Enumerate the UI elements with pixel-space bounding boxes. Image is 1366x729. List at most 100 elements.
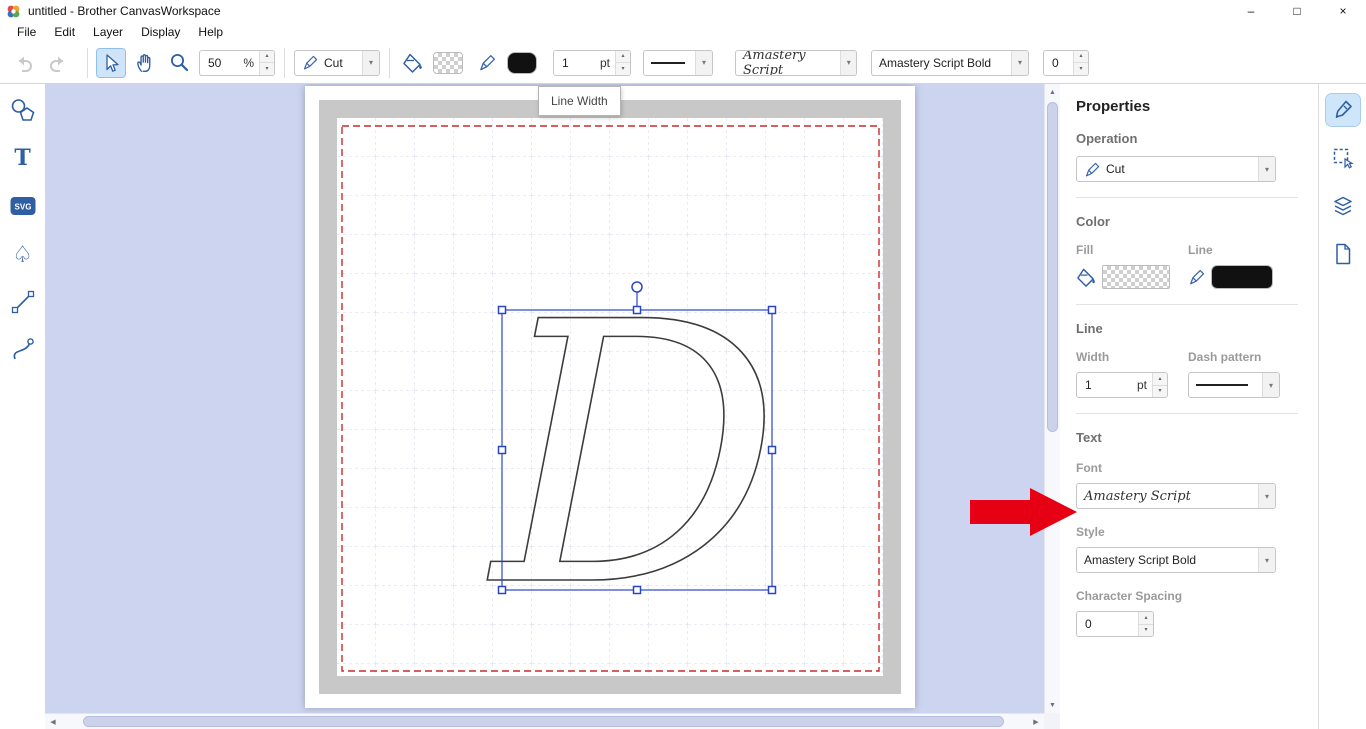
close-button[interactable]: × bbox=[1320, 0, 1366, 22]
line-style-dropdown-toolbar[interactable]: ▾ bbox=[643, 49, 713, 76]
chevron-down-icon[interactable]: ▾ bbox=[1258, 548, 1275, 572]
horizontal-scrollbar[interactable]: ◀ ▶ bbox=[45, 713, 1044, 729]
properties-tab-button[interactable] bbox=[1324, 93, 1361, 127]
scroll-down-button[interactable]: ▼ bbox=[1045, 697, 1061, 713]
scroll-up-button[interactable]: ▲ bbox=[1045, 84, 1061, 100]
line-width-input[interactable]: 1 pt ▴ ▾ bbox=[1076, 372, 1168, 398]
zoom-level-input[interactable]: 50 % ▴ ▾ bbox=[199, 49, 275, 76]
maximize-button[interactable]: □ bbox=[1274, 0, 1320, 22]
curve-tool-button[interactable] bbox=[5, 332, 41, 368]
app-icon bbox=[6, 3, 22, 19]
menu-layer[interactable]: Layer bbox=[84, 25, 132, 39]
right-panel-switcher bbox=[1318, 84, 1366, 729]
cut-pen-icon bbox=[1085, 162, 1100, 176]
horizontal-scroll-thumb[interactable] bbox=[83, 716, 1004, 727]
insert-shape-tool-button[interactable] bbox=[5, 92, 41, 128]
char-spacing-spin-down-button[interactable]: ▾ bbox=[1074, 63, 1088, 75]
operation-dropdown[interactable]: Cut ▾ bbox=[1076, 156, 1276, 182]
selection-handle-e[interactable] bbox=[767, 445, 777, 455]
line-color-swatch[interactable] bbox=[1211, 265, 1273, 289]
line-color-button[interactable] bbox=[473, 49, 501, 77]
color-section-label: Color bbox=[1076, 214, 1110, 229]
character-spacing-spinner: ▴ ▾ bbox=[1138, 612, 1153, 636]
transform-icon bbox=[1333, 148, 1354, 169]
line-width-unit: pt bbox=[1136, 378, 1147, 392]
fill-color-swatch[interactable] bbox=[1102, 265, 1170, 289]
selection-handle-ne[interactable] bbox=[767, 305, 777, 315]
zoom-tool-button[interactable] bbox=[165, 49, 193, 77]
line-tool-button[interactable] bbox=[5, 284, 41, 320]
chevron-down-icon[interactable]: ▾ bbox=[1011, 50, 1028, 75]
char-spacing-spinner: ▴ ▾ bbox=[1073, 50, 1088, 75]
main-toolbar: 50 % ▴ ▾ Cut ▾ 1 pt ▴ ▾ ▾ Amastery Scrip… bbox=[0, 42, 1366, 84]
design-canvas[interactable]: D bbox=[337, 118, 883, 676]
chevron-down-icon[interactable]: ▾ bbox=[362, 50, 379, 75]
selection-handle-nw[interactable] bbox=[497, 305, 507, 315]
character-spacing-input[interactable]: 0 ▴ ▾ bbox=[1076, 611, 1154, 637]
fill-color-button[interactable] bbox=[399, 49, 427, 77]
scroll-left-button[interactable]: ◀ bbox=[45, 714, 61, 729]
line-width-spinner: ▴ ▾ bbox=[1152, 373, 1167, 397]
rotation-handle[interactable] bbox=[631, 281, 643, 293]
dash-pattern-dropdown[interactable]: ▾ bbox=[1188, 372, 1280, 398]
vertical-scroll-thumb[interactable] bbox=[1047, 102, 1058, 432]
text-tool-button[interactable]: T bbox=[5, 140, 41, 176]
operation-dropdown-toolbar[interactable]: Cut ▾ bbox=[294, 49, 380, 76]
font-style-dropdown[interactable]: Amastery Script Bold ▾ bbox=[1076, 547, 1276, 573]
char-spacing-spin-up-button[interactable]: ▴ bbox=[1074, 50, 1088, 63]
vertical-scrollbar[interactable]: ▲ ▼ bbox=[1044, 84, 1060, 713]
pan-tool-button[interactable] bbox=[131, 49, 159, 77]
line-color-swatch[interactable] bbox=[507, 51, 537, 74]
divider bbox=[1076, 197, 1298, 198]
line-style-sample bbox=[651, 61, 685, 64]
zoom-spin-up-button[interactable]: ▴ bbox=[260, 50, 274, 63]
curve-tool-icon bbox=[13, 338, 34, 360]
menu-help[interactable]: Help bbox=[189, 25, 232, 39]
cursor-icon bbox=[106, 53, 119, 72]
paint-bucket-icon bbox=[1077, 268, 1095, 287]
selection-handle-se[interactable] bbox=[767, 585, 777, 595]
chevron-down-icon[interactable]: ▾ bbox=[1258, 157, 1275, 181]
select-tool-button[interactable] bbox=[96, 47, 126, 78]
selection-handle-s[interactable] bbox=[632, 585, 642, 595]
minimize-button[interactable]: – bbox=[1228, 0, 1274, 22]
chevron-down-icon[interactable]: ▾ bbox=[695, 50, 712, 75]
chevron-down-icon[interactable]: ▾ bbox=[840, 50, 856, 75]
chevron-down-icon[interactable]: ▾ bbox=[1262, 373, 1279, 397]
line-width-spinner: ▴ ▾ bbox=[615, 50, 630, 75]
menu-display[interactable]: Display bbox=[132, 25, 189, 39]
svg-import-button[interactable]: SVG bbox=[5, 188, 41, 224]
cut-pen-icon bbox=[303, 55, 318, 70]
undo-button[interactable] bbox=[10, 49, 38, 77]
font-dropdown-toolbar[interactable]: Amastery Script ▾ bbox=[735, 49, 857, 76]
undo-icon bbox=[19, 56, 32, 72]
scroll-right-button[interactable]: ▶ bbox=[1028, 714, 1044, 729]
insert-pattern-tool-button[interactable]: ♤ bbox=[5, 236, 41, 272]
selection-handle-n[interactable] bbox=[632, 305, 642, 315]
line-width-input-toolbar[interactable]: 1 pt ▴ ▾ bbox=[553, 49, 631, 76]
page-tab-button[interactable] bbox=[1326, 238, 1360, 270]
title-bar: untitled - Brother CanvasWorkspace – □ × bbox=[0, 0, 1366, 22]
zoom-spinner: ▴ ▾ bbox=[259, 50, 274, 75]
canvas-area[interactable]: D ▲ ▼ ◀ ▶ bbox=[45, 84, 1060, 729]
selection-handle-w[interactable] bbox=[497, 445, 507, 455]
menu-file[interactable]: File bbox=[8, 25, 45, 39]
line-width-spin-down-button[interactable]: ▾ bbox=[1153, 385, 1167, 397]
line-width-spin-down-button[interactable]: ▾ bbox=[616, 63, 630, 75]
layers-tab-button[interactable] bbox=[1326, 190, 1360, 222]
char-spacing-input-toolbar[interactable]: 0 ▴ ▾ bbox=[1043, 49, 1089, 76]
line-width-spin-up-button[interactable]: ▴ bbox=[616, 50, 630, 63]
selection-handle-sw[interactable] bbox=[497, 585, 507, 595]
menu-edit[interactable]: Edit bbox=[45, 25, 84, 39]
font-dropdown[interactable]: Amastery Script ▾ bbox=[1076, 483, 1276, 509]
character-spacing-spin-down-button[interactable]: ▾ bbox=[1139, 624, 1153, 636]
font-style-dropdown-toolbar[interactable]: Amastery Script Bold ▾ bbox=[871, 49, 1029, 76]
line-width-spin-up-button[interactable]: ▴ bbox=[1153, 373, 1167, 386]
fill-color-swatch[interactable] bbox=[433, 51, 463, 74]
edit-transform-tab-button[interactable] bbox=[1326, 142, 1360, 174]
character-spacing-spin-up-button[interactable]: ▴ bbox=[1139, 612, 1153, 625]
redo-button[interactable] bbox=[44, 49, 72, 77]
zoom-spin-down-button[interactable]: ▾ bbox=[260, 63, 274, 75]
chevron-down-icon[interactable]: ▾ bbox=[1258, 484, 1275, 508]
zoom-unit: % bbox=[243, 55, 254, 70]
